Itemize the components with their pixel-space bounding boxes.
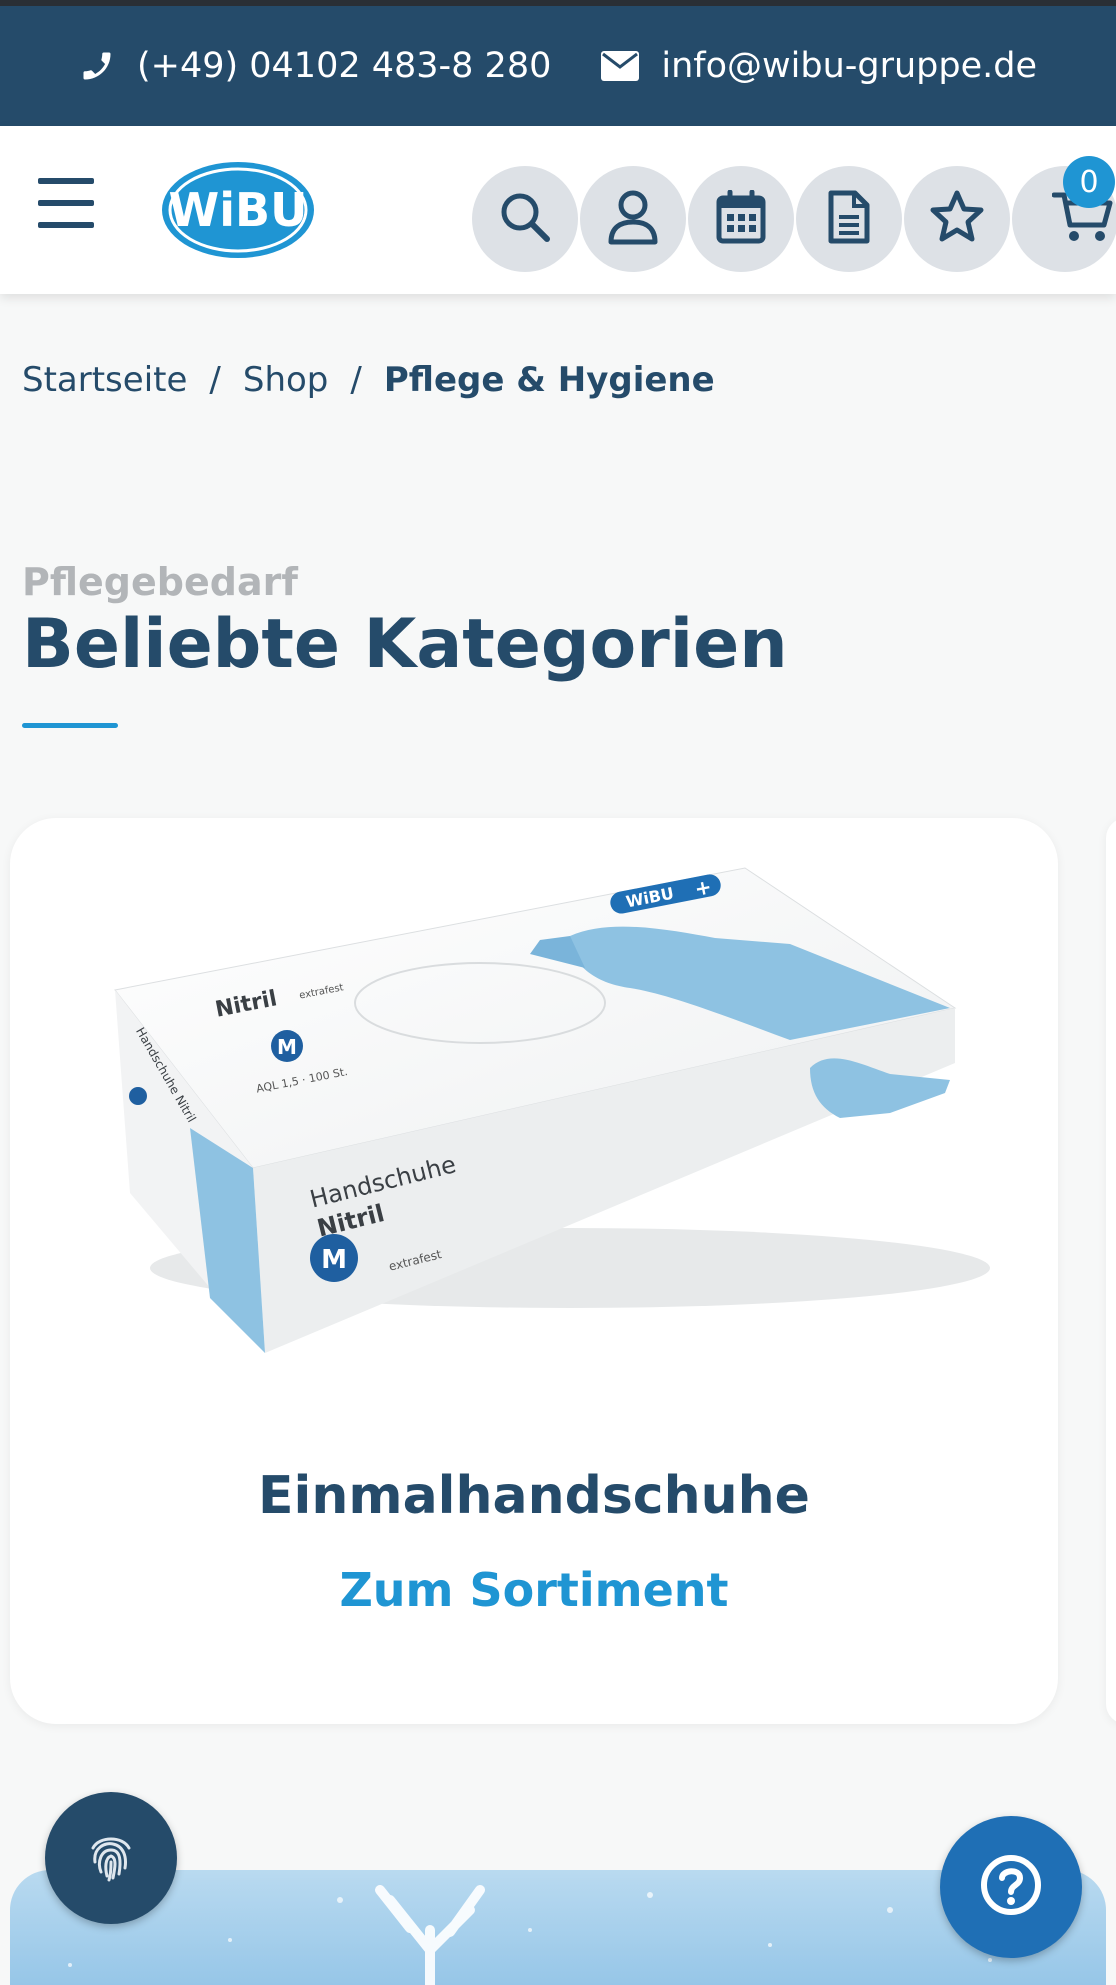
section-eyebrow: Pflegebedarf [22, 560, 298, 604]
contact-bar: (+49) 04102 483-8 280 info@wibu-gruppe.d… [0, 6, 1116, 126]
title-underline [22, 723, 118, 728]
calendar-icon [716, 189, 766, 248]
calendar-button[interactable] [688, 166, 794, 272]
breadcrumb-home[interactable]: Startseite [22, 360, 187, 400]
cart-count-badge: 0 [1063, 156, 1115, 208]
question-icon [979, 1853, 1043, 1921]
search-button[interactable] [472, 166, 578, 272]
product-image: Nitril extrafest AQL 1,5 · 100 St. M WiB… [10, 818, 1058, 1378]
user-icon [607, 189, 659, 249]
section-title: Beliebte Kategorien [22, 605, 788, 684]
help-button[interactable] [940, 1816, 1082, 1958]
breadcrumb-separator: / [209, 360, 221, 400]
box-size-top: M [277, 1035, 297, 1059]
view-range-link[interactable]: Zum Sortiment [0, 1563, 1068, 1617]
account-button[interactable] [580, 166, 686, 272]
next-category-card[interactable] [1106, 818, 1116, 1724]
search-icon [497, 189, 553, 249]
box-size-front: M [321, 1245, 347, 1275]
breadcrumb-shop[interactable]: Shop [243, 360, 329, 400]
fingerprint-icon [83, 1828, 139, 1888]
email-address: info@wibu-gruppe.de [661, 46, 1038, 86]
breadcrumb: Startseite / Shop / Pflege & Hygiene [22, 360, 715, 400]
site-header: WiBU 0 [0, 126, 1116, 294]
logo-text: WiBU [169, 183, 308, 237]
privacy-settings-button[interactable] [45, 1792, 177, 1924]
menu-icon[interactable] [38, 178, 94, 228]
envelope-icon [601, 51, 640, 81]
breadcrumb-separator: / [350, 360, 362, 400]
wibu-logo[interactable]: WiBU [160, 160, 316, 260]
email-link[interactable]: info@wibu-gruppe.de [601, 46, 1037, 86]
phone-icon [79, 48, 115, 84]
star-icon [928, 189, 986, 249]
document-button[interactable] [796, 166, 902, 272]
phone-number: (+49) 04102 483-8 280 [136, 46, 552, 86]
document-icon [827, 189, 871, 249]
category-title: Einmalhandschuhe [258, 1466, 810, 1526]
wishlist-button[interactable] [904, 166, 1010, 272]
phone-link[interactable]: (+49) 04102 483-8 280 [79, 46, 551, 86]
breadcrumb-current: Pflege & Hygiene [383, 360, 715, 400]
